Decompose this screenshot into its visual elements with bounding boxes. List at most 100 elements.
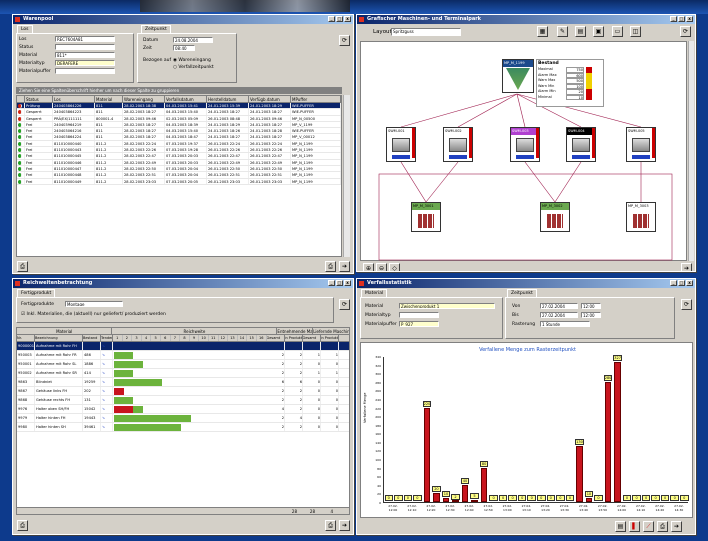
minimize-button[interactable]: _ <box>328 16 335 22</box>
field-input-0[interactable]: REC7604A81 <box>55 36 115 42</box>
close-button[interactable]: x <box>344 16 351 22</box>
subheader-cell[interactable]: Gesamt <box>267 335 285 341</box>
minimize-button[interactable]: _ <box>328 280 335 286</box>
column-header[interactable] <box>17 96 25 102</box>
tab-material[interactable]: Material <box>361 289 388 297</box>
field-input-2[interactable]: 811* <box>55 52 115 58</box>
copy-icon[interactable]: ▤ <box>575 26 586 37</box>
close-button[interactable]: x <box>686 16 693 22</box>
vertical-scrollbar[interactable] <box>688 41 694 261</box>
raster-select[interactable]: 1 Stunde <box>540 321 590 327</box>
field-input-1[interactable] <box>55 44 115 50</box>
refresh-button[interactable]: ⟳ <box>339 299 350 310</box>
table-row[interactable]: 9867 Gehäuse links FH 202 ➘ 2 2 0 0 <box>17 387 349 396</box>
export-button[interactable]: ⎙ <box>17 261 28 272</box>
buffer-node[interactable]: MP_M_3001 <box>411 202 441 232</box>
maximize-button[interactable]: □ <box>336 16 343 22</box>
fp-select[interactable]: Montage <box>65 301 123 307</box>
radio-verfallzeitpunkt[interactable]: ○ Verfallzeitpunkt <box>173 65 214 70</box>
zoom-out-icon[interactable]: ⊖ <box>376 263 387 271</box>
table-row[interactable]: 9868 Gehäuse rechts FH 131 ➘ 2 2 0 0 <box>17 396 349 405</box>
table-row[interactable]: 9979 Halter hinten FH 19443 ➘ 2 4 0 0 <box>17 414 349 423</box>
refresh-button[interactable]: ⟳ <box>339 35 350 46</box>
radio-wareneingang[interactable]: ◉ Wareneingang <box>173 58 211 63</box>
bar-chart-icon[interactable]: ▌ <box>629 521 640 532</box>
subheader-cell[interactable]: in Produktion <box>321 335 339 341</box>
materialtyp-field[interactable] <box>399 312 439 318</box>
column-header[interactable]: Verfallsdatum <box>165 96 207 102</box>
von-date[interactable]: 27.02.2004 <box>540 303 578 309</box>
export-button[interactable]: ⎙ <box>17 520 28 531</box>
zoom-in-icon[interactable]: ⊕ <box>363 263 374 271</box>
subheader-cell[interactable]: Bezeichnung <box>35 335 83 341</box>
maximize-button[interactable]: □ <box>678 16 685 22</box>
tab-zeitpunkt[interactable]: Zeitpunkt <box>507 289 537 297</box>
table-row[interactable]: 9000001 Aufnahme mit Rohr FH ➘ <box>17 342 349 351</box>
machine-node[interactable]: SWM-001 <box>386 127 416 162</box>
line-chart-icon[interactable]: ⟋ <box>643 521 654 532</box>
subheader-cell[interactable]: Tendenz <box>101 335 113 341</box>
print-button[interactable]: ⎙ <box>657 521 668 532</box>
buffer-node[interactable]: MP_M_3002 <box>540 202 570 232</box>
column-header[interactable]: Verfügb.datum <box>249 96 291 102</box>
machine-node[interactable]: SWM-004 <box>566 127 596 162</box>
machine-node[interactable]: SWM-002 <box>443 127 473 162</box>
datum-field[interactable]: 24.08.2004 <box>173 37 213 43</box>
bis-date[interactable]: 27.02.2004 <box>540 312 578 318</box>
column-header[interactable]: Wareneingang <box>123 96 165 102</box>
exit-button[interactable]: ➔ <box>681 263 692 271</box>
table-row[interactable]: 9980 Halter hinten SH 39461 ➘ 2 2 0 0 <box>17 423 349 432</box>
column-header[interactable]: MPuffer <box>291 96 341 102</box>
subheader-cell[interactable]: Gesamt <box>303 335 321 341</box>
save-icon[interactable]: ▣ <box>593 26 604 37</box>
column-header[interactable]: Status <box>25 96 53 102</box>
table-row[interactable]: 950001 Aufnahme mit Rohr SL 1886 ➘ 2 2 0 0 <box>17 360 349 369</box>
materialpuffer-field[interactable]: P_927 <box>399 321 439 327</box>
bis-time[interactable]: 12:00 <box>581 312 601 318</box>
close-button[interactable]: x <box>686 280 693 286</box>
buffer-node[interactable]: MP_M_3003 <box>626 202 656 232</box>
new-icon[interactable]: ▦ <box>537 26 548 37</box>
vertical-scrollbar[interactable] <box>343 95 350 257</box>
edit-icon[interactable]: ✎ <box>557 26 568 37</box>
layout-select[interactable]: Spritzguss <box>391 28 461 36</box>
include-checkbox[interactable]: ☑ Inkl. Materialien, die (aktuell) nur g… <box>21 312 166 317</box>
machine-node[interactable]: SWM-003 <box>510 127 540 162</box>
table-row[interactable]: 9976 Halter oben SH/FH 15042 ➘ 4 2 0 0 <box>17 405 349 414</box>
table-row[interactable]: 9863 Blindniet 19259 ➘ 6 6 0 0 <box>17 378 349 387</box>
column-header[interactable]: Los <box>53 96 95 102</box>
print-button[interactable]: ⎙ <box>325 520 336 531</box>
table-row[interactable]: 950002 Aufnahme mit Rohr SR 414 ➘ 2 2 1 1 <box>17 369 349 378</box>
fit-icon[interactable]: ◇ <box>389 263 400 271</box>
machine-node[interactable]: SWM-005 <box>626 127 656 162</box>
material-field[interactable]: Zwischenprodukt 1 <box>399 303 495 309</box>
tab-los[interactable]: Los <box>17 25 33 33</box>
subheader-cell[interactable]: Bestand <box>83 335 101 341</box>
window-icon[interactable]: ▭ <box>612 26 623 37</box>
table-row[interactable]: 950003 Aufnahme mit Rohr FR 486 ➘ 2 2 1 1 <box>17 351 349 360</box>
field-input-3[interactable]: DERAFERE <box>55 60 115 66</box>
exit-button[interactable]: ➔ <box>339 261 350 272</box>
subheader-cell[interactable]: in Produktion <box>285 335 303 341</box>
subheader-cell[interactable]: Nr. <box>17 335 35 341</box>
table-icon[interactable]: ▤ <box>615 521 626 532</box>
minimize-button[interactable]: _ <box>670 16 677 22</box>
exit-button[interactable]: ➔ <box>339 520 350 531</box>
grid-icon[interactable]: ◫ <box>630 26 641 37</box>
zeit-field[interactable]: 08:40 <box>173 45 195 51</box>
maximize-button[interactable]: □ <box>678 280 685 286</box>
exit-button[interactable]: ➔ <box>671 521 682 532</box>
tab-fertigprodukt[interactable]: Fertigprodukt <box>17 289 56 297</box>
field-input-4[interactable] <box>55 68 115 74</box>
von-time[interactable]: 12:00 <box>581 303 601 309</box>
column-header[interactable]: Material <box>95 96 123 102</box>
table-row[interactable]: Frei 811010000449 811-2 28.02.2003 23:03 07.… <box>17 178 341 185</box>
top-node[interactable]: MP_M_1199 <box>502 59 534 93</box>
print-button[interactable]: ⎙ <box>325 261 336 272</box>
minimize-button[interactable]: _ <box>670 280 677 286</box>
refresh-button[interactable]: ⟳ <box>680 26 691 37</box>
column-header[interactable]: Herstelldatum <box>207 96 249 102</box>
maximize-button[interactable]: □ <box>336 280 343 286</box>
tab-zeitpunkt[interactable]: Zeitpunkt <box>141 25 171 33</box>
close-button[interactable]: x <box>344 280 351 286</box>
